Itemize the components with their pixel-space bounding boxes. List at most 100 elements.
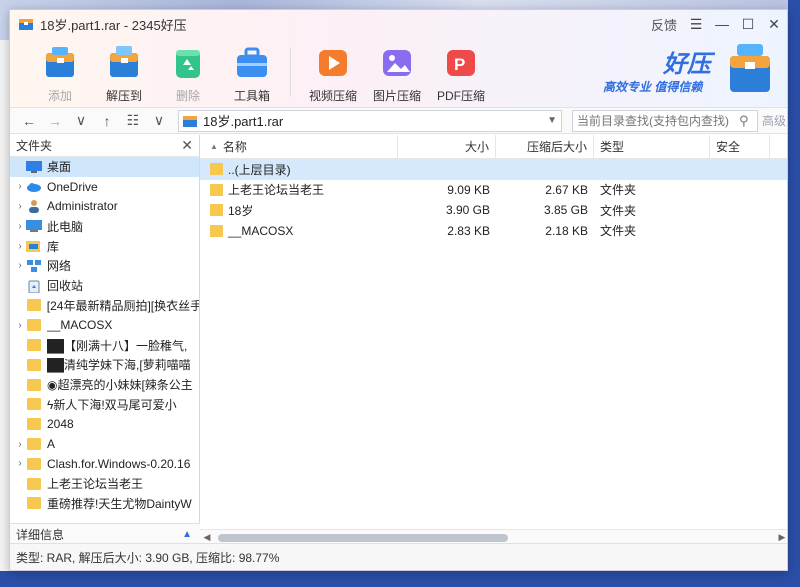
- path-dropdown-icon[interactable]: ▼: [547, 115, 557, 126]
- column-compressed-size[interactable]: 压缩后大小: [496, 135, 594, 158]
- tree-item[interactable]: 桌面: [10, 157, 199, 177]
- column-name[interactable]: ▲ 名称: [200, 135, 398, 158]
- tree-item[interactable]: › 库: [10, 236, 199, 256]
- close-button[interactable]: ✕: [761, 10, 787, 38]
- folder-icon: [26, 418, 47, 431]
- navigation-bar: ← → ∨ ↑ ☷ ∨ 18岁.part1.rar ▼ ⚲ 高级: [10, 108, 787, 134]
- main-toolbar: 添加 解压到 删除 工具箱 视频压缩 图片压缩 P PDF压缩 好压 高效专业 …: [10, 38, 787, 108]
- column-size[interactable]: 大小: [398, 135, 496, 158]
- tree-item-label: ◉超漂亮的小妹妹[辣条公主: [47, 378, 193, 393]
- file-name-cell: __MACOSX: [200, 221, 398, 242]
- tree-item[interactable]: ██清纯学妹下海,[萝莉喵喵: [10, 355, 199, 375]
- tree-item[interactable]: › Clash.for.Windows-0.20.16: [10, 454, 199, 474]
- pdf-compress-button[interactable]: P PDF压缩: [429, 42, 493, 104]
- maximize-button[interactable]: ☐: [735, 10, 761, 38]
- tree-item-label: [24年最新精品厕拍][换衣丝手: [46, 298, 199, 313]
- file-row[interactable]: 上老王论坛当老王 9.09 KB 2.67 KB 文件夹: [200, 180, 787, 201]
- menu-icon[interactable]: ☰: [683, 10, 709, 38]
- folder-icon: [210, 204, 223, 217]
- back-arrow-icon[interactable]: ←: [16, 108, 42, 134]
- file-csize-cell: [496, 159, 594, 180]
- tree-item[interactable]: › OneDrive: [10, 177, 199, 197]
- history-dropdown-icon[interactable]: ∨: [68, 108, 94, 134]
- tree-item[interactable]: ██【刚满十八】一脸稚气,: [10, 335, 199, 355]
- details-title: 详细信息: [16, 528, 65, 542]
- expand-arrow-icon[interactable]: ›: [14, 458, 26, 469]
- folder-icon: [210, 183, 223, 196]
- video-compress-label: 视频压缩: [308, 89, 357, 103]
- tree-item-label: 网络: [47, 259, 72, 274]
- file-name-cell: 上老王论坛当老王: [200, 180, 398, 201]
- tree-item[interactable]: ◉超漂亮的小妹妹[辣条公主: [10, 375, 199, 395]
- file-row[interactable]: __MACOSX 2.83 KB 2.18 KB 文件夹: [200, 221, 787, 242]
- empty-cell: [770, 221, 787, 242]
- brand-logo-icon: [730, 44, 770, 92]
- file-size-cell: 3.90 GB: [445, 203, 490, 218]
- close-panel-icon[interactable]: ✕: [181, 137, 193, 154]
- toolbox-button[interactable]: 工具箱: [220, 42, 284, 104]
- tree-item-label: 桌面: [47, 160, 72, 175]
- details-section[interactable]: 详细信息 ▲: [10, 523, 200, 545]
- tree-item[interactable]: [24年最新精品厕拍][换衣丝手: [10, 296, 199, 316]
- tree-item[interactable]: ϟ新人下海!双马尾可爱小: [10, 395, 199, 415]
- column-security[interactable]: 安全: [710, 135, 770, 158]
- tree-item-label: 此电脑: [47, 219, 84, 234]
- add-archive-icon: [46, 47, 74, 77]
- video-icon: [319, 50, 347, 76]
- tree-item[interactable]: 2048: [10, 414, 199, 434]
- expand-arrow-icon[interactable]: ›: [14, 181, 26, 192]
- expand-arrow-icon[interactable]: ›: [14, 260, 26, 271]
- tree-item[interactable]: 重磅推荐!天生尤物DaintyW: [10, 494, 199, 514]
- search-field[interactable]: ⚲: [572, 109, 758, 132]
- search-input[interactable]: [577, 113, 739, 128]
- forward-arrow-icon[interactable]: →: [42, 108, 68, 134]
- expand-arrow-icon[interactable]: ›: [14, 241, 26, 252]
- column-type[interactable]: 类型: [594, 135, 710, 158]
- empty-cell: [710, 221, 770, 242]
- tree-item[interactable]: › A: [10, 434, 199, 454]
- user-icon: [26, 199, 47, 214]
- expand-arrow-icon[interactable]: ›: [14, 439, 26, 450]
- tree-item[interactable]: › 网络: [10, 256, 199, 276]
- tree-item[interactable]: › 此电脑: [10, 216, 199, 236]
- minimize-button[interactable]: —: [709, 10, 735, 38]
- tree-item[interactable]: 回收站: [10, 276, 199, 296]
- file-row[interactable]: 18岁 3.90 GB 3.85 GB 文件夹: [200, 200, 787, 221]
- folder-tree: 桌面 › OneDrive › Administrator › 此电脑 › 库 › 网络 回收站 [24…: [10, 157, 199, 522]
- tree-item-label: 上老王论坛当老王: [47, 477, 144, 492]
- path-field[interactable]: 18岁.part1.rar ▼: [178, 109, 562, 132]
- extract-to-button[interactable]: 解压到: [92, 42, 156, 104]
- app-logo-icon: [19, 19, 33, 30]
- scroll-right-icon[interactable]: ▶: [775, 532, 787, 543]
- tree-item-label: OneDrive: [47, 179, 98, 194]
- tree-item-label: ██清纯学妹下海,[萝莉喵喵: [47, 358, 191, 373]
- image-compress-label: 图片压缩: [372, 89, 421, 103]
- feedback-link[interactable]: 反馈: [651, 15, 677, 34]
- folder-panel: 文件夹 ✕ 桌面 › OneDrive › Administrator › 此电脑 › 库 › 网络…: [10, 135, 200, 545]
- view-mode-icon[interactable]: ☷: [120, 108, 146, 134]
- video-compress-button[interactable]: 视频压缩: [301, 42, 365, 104]
- expand-arrow-icon[interactable]: ›: [14, 221, 26, 232]
- advanced-search-link[interactable]: 高级: [762, 112, 786, 129]
- expand-arrow-icon[interactable]: ›: [14, 320, 26, 331]
- tree-item[interactable]: › __MACOSX: [10, 315, 199, 335]
- up-arrow-icon[interactable]: ↑: [94, 108, 120, 134]
- empty-cell: [770, 159, 787, 180]
- scrollbar-thumb[interactable]: [218, 533, 508, 542]
- column-extra[interactable]: [770, 135, 787, 158]
- expand-arrow-icon[interactable]: ›: [14, 201, 26, 212]
- cloud-icon: [26, 180, 47, 194]
- delete-button[interactable]: 删除: [156, 42, 220, 104]
- folder-icon: [26, 378, 47, 391]
- brand-slogan: 高效专业 值得信赖: [603, 80, 703, 94]
- image-compress-button[interactable]: 图片压缩: [365, 42, 429, 104]
- scroll-left-icon[interactable]: ◀: [200, 532, 214, 543]
- add-button[interactable]: 添加: [28, 42, 92, 104]
- file-csize-cell: 2.67 KB: [545, 182, 588, 197]
- tree-item[interactable]: 上老王论坛当老王: [10, 474, 199, 494]
- search-icon[interactable]: ⚲: [739, 113, 757, 129]
- tree-item[interactable]: › Administrator: [10, 197, 199, 217]
- collapse-up-icon[interactable]: ▲: [182, 529, 192, 540]
- view-dropdown-icon[interactable]: ∨: [146, 108, 172, 134]
- file-row[interactable]: ..(上层目录): [200, 159, 787, 180]
